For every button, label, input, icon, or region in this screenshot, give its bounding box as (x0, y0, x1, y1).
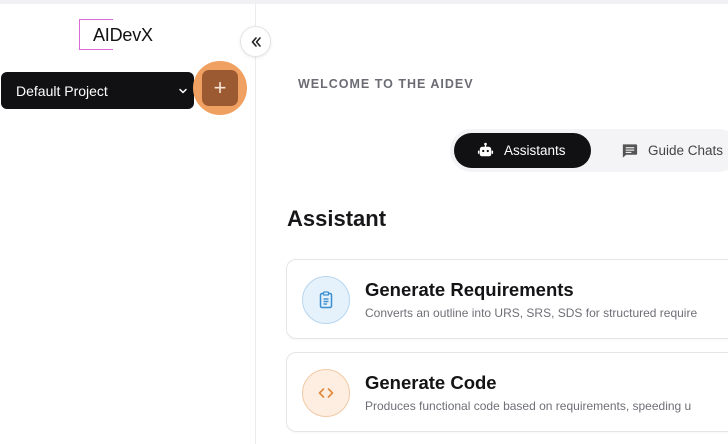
tab-bar: Assistants Guide Chats (450, 129, 728, 172)
app-logo[interactable]: AIDevX (79, 19, 153, 52)
sidebar: AIDevX Default Project + (0, 4, 256, 444)
welcome-heading: WELCOME TO THE AIDEV (298, 77, 474, 91)
robot-icon (477, 142, 494, 157)
assistant-card-generate-code[interactable]: Generate Code Produces functional code b… (286, 352, 728, 432)
chat-icon (622, 144, 638, 158)
double-chevron-left-icon (251, 36, 261, 47)
code-icon (318, 388, 334, 398)
section-title: Assistant (287, 206, 387, 231)
card-description: Produces functional code based on requir… (365, 399, 692, 413)
tab-guide-chats[interactable]: Guide Chats (620, 133, 723, 168)
card-icon-container (302, 276, 350, 324)
add-project-button[interactable]: + (202, 70, 238, 106)
assistant-card-generate-requirements[interactable]: Generate Requirements Converts an outlin… (286, 259, 728, 339)
tab-assistants[interactable]: Assistants (454, 133, 591, 168)
project-select[interactable]: Default Project (1, 72, 194, 109)
card-title: Generate Code (365, 372, 497, 393)
tab-assistants-label: Assistants (504, 143, 566, 158)
logo-text: AIDevX (93, 25, 153, 45)
collapse-sidebar-button[interactable] (240, 26, 271, 57)
add-project-highlight: + (193, 61, 247, 115)
card-icon-container (302, 369, 350, 417)
tab-guide-chats-label: Guide Chats (648, 143, 724, 158)
project-select-value: Default Project (16, 82, 108, 99)
clipboard-icon (319, 291, 333, 309)
chevron-down-icon (179, 88, 187, 93)
card-title: Generate Requirements (365, 279, 574, 300)
card-description: Converts an outline into URS, SRS, SDS f… (365, 306, 698, 320)
